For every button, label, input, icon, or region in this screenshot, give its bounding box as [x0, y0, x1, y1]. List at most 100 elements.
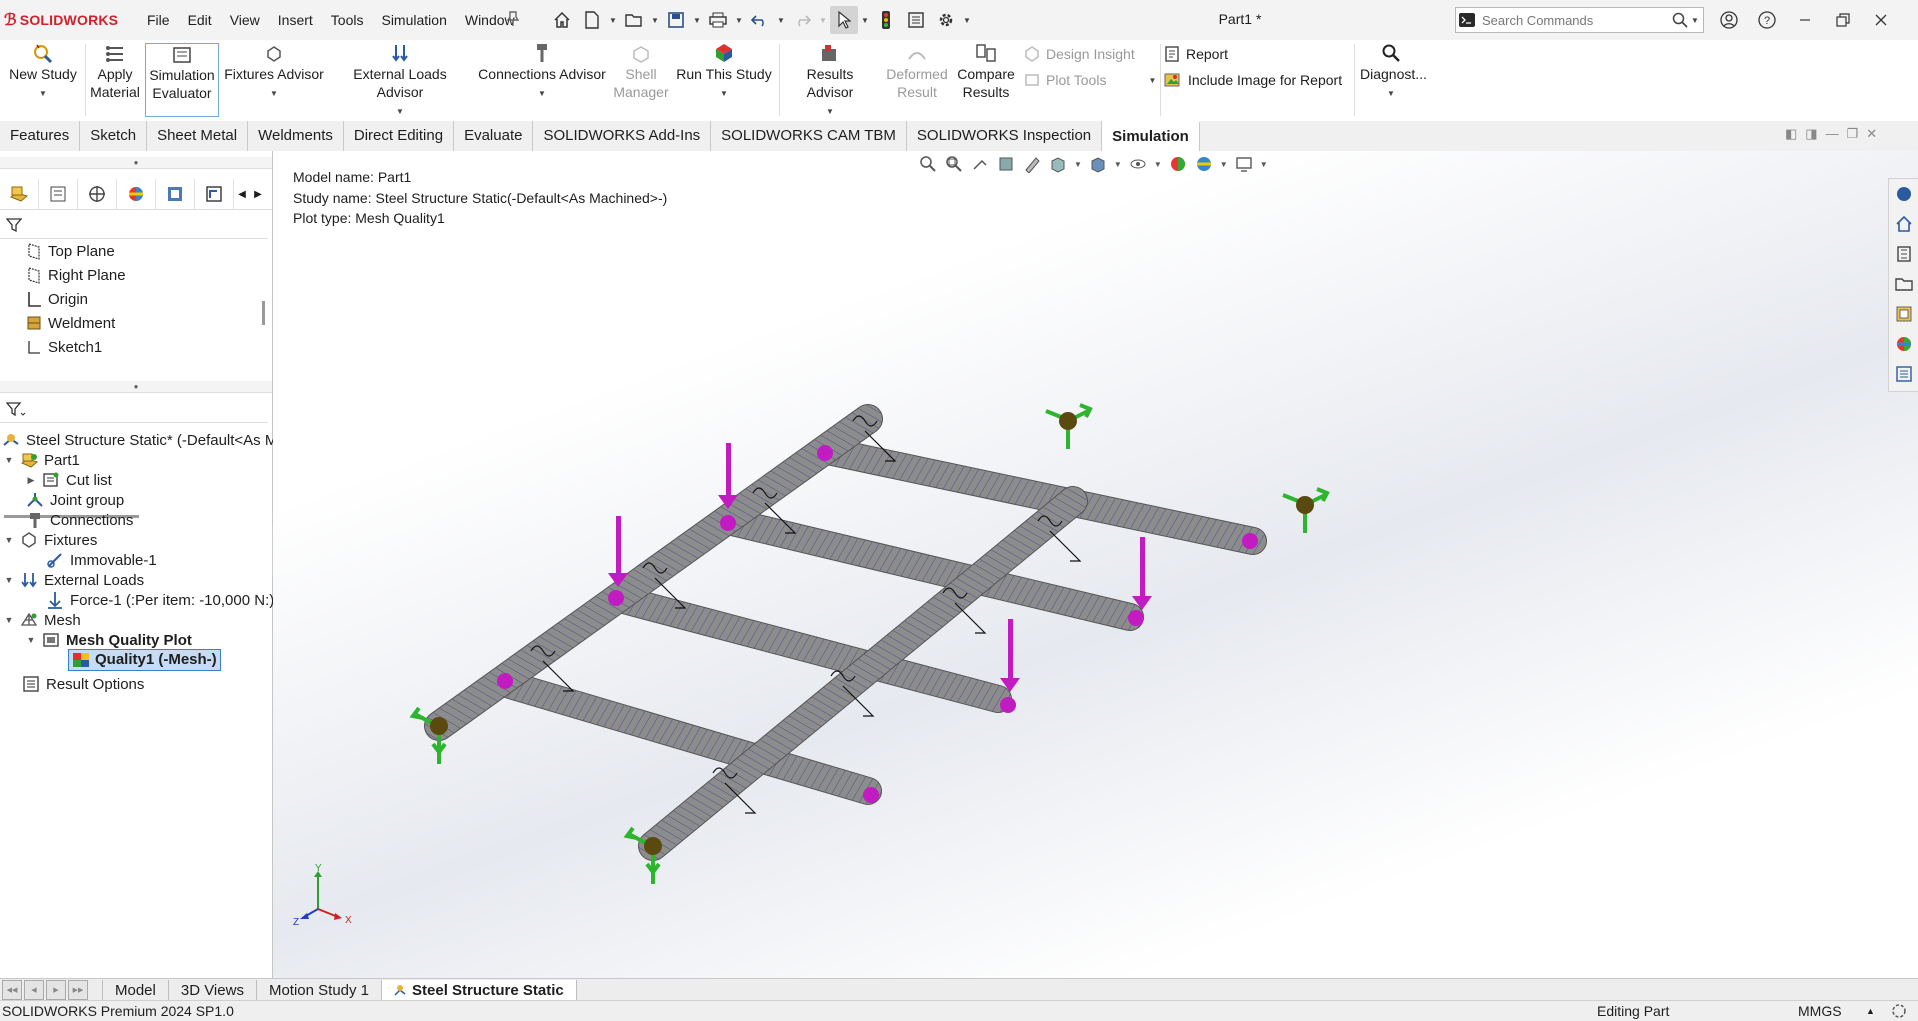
- file-explorer-icon[interactable]: [1891, 269, 1917, 299]
- tree-item-cut-list[interactable]: ▶ Cut list: [26, 469, 112, 491]
- tree-item-sketch1[interactable]: Sketch1: [26, 336, 102, 358]
- home-icon[interactable]: [548, 6, 576, 34]
- menu-file[interactable]: File: [138, 0, 179, 40]
- tab-weldments[interactable]: Weldments: [248, 121, 344, 151]
- pin-menu-icon[interactable]: [506, 11, 520, 27]
- tile-left-icon[interactable]: ◧: [1785, 126, 1797, 142]
- view-settings-icon[interactable]: [1234, 154, 1254, 174]
- collapse-part1-icon[interactable]: ▼: [4, 455, 14, 465]
- doc-close-icon[interactable]: ✕: [1866, 126, 1877, 142]
- tree-item-study[interactable]: Steel Structure Static* (-Default<As M: [2, 429, 277, 451]
- feature-tree-filter[interactable]: [0, 211, 268, 239]
- tree-item-force-1[interactable]: Force-1 (:Per item: -10,000 N:): [46, 589, 274, 611]
- custom-properties-icon[interactable]: [1891, 359, 1917, 389]
- apply-material-button[interactable]: Apply Material: [88, 43, 142, 117]
- display-style-dropdown-icon[interactable]: ▼: [1114, 160, 1122, 169]
- appearances-icon[interactable]: [1891, 329, 1917, 359]
- results-advisor-button[interactable]: Results Advisor ▼: [782, 43, 878, 117]
- tab-direct-editing[interactable]: Direct Editing: [344, 121, 455, 151]
- tab-solidworks-add-ins[interactable]: SOLIDWORKS Add-Ins: [533, 121, 712, 151]
- doc-minimize-icon[interactable]: —: [1826, 126, 1839, 142]
- hide-show-dropdown-icon[interactable]: ▼: [1154, 160, 1162, 169]
- solidworks-resources-icon[interactable]: [1891, 179, 1917, 209]
- units-dropdown-icon[interactable]: ▲: [1866, 1001, 1875, 1021]
- restore-icon[interactable]: [1824, 0, 1862, 40]
- graphics-area[interactable]: Y X Z: [273, 151, 1918, 978]
- panel-splitter-bottom[interactable]: ●: [0, 381, 272, 393]
- simulation-manager-icon[interactable]: [195, 179, 234, 209]
- view-orientation-dropdown-icon[interactable]: ▼: [1074, 160, 1082, 169]
- collapse-mesh-quality-icon[interactable]: ▼: [26, 635, 36, 645]
- doc-restore-icon[interactable]: ❐: [1847, 126, 1859, 142]
- search-icon[interactable]: [1669, 12, 1691, 28]
- diagnostics-button[interactable]: Diagnost... ▼: [1360, 43, 1427, 117]
- tree-item-mesh-quality-plot[interactable]: ▼ Mesh Quality Plot: [26, 629, 192, 651]
- undo-icon[interactable]: [746, 6, 774, 34]
- tree-item-result-options[interactable]: Result Options: [22, 673, 144, 695]
- help-icon[interactable]: ?: [1748, 0, 1786, 40]
- tree-item-external-loads[interactable]: ▼ External Loads: [4, 569, 145, 591]
- property-manager-icon[interactable]: [39, 179, 78, 209]
- tree-item-weldment[interactable]: Weldment: [26, 312, 115, 334]
- display-style-icon[interactable]: [1088, 154, 1108, 174]
- tree-item-part1[interactable]: ▼ Part1: [4, 449, 80, 471]
- collapse-external-loads-icon[interactable]: ▼: [4, 575, 14, 585]
- rebuild-icon[interactable]: [872, 6, 900, 34]
- simulation-evaluator-button[interactable]: Simulation Evaluator: [145, 43, 219, 117]
- menu-tools[interactable]: Tools: [322, 0, 373, 40]
- print-dropdown-icon[interactable]: ▼: [734, 6, 744, 34]
- dynamic-annotation-icon[interactable]: [1022, 154, 1042, 174]
- collapse-mesh-icon[interactable]: ▼: [4, 615, 14, 625]
- home-pane-icon[interactable]: [1891, 209, 1917, 239]
- tab-sketch[interactable]: Sketch: [80, 121, 148, 151]
- tab-3d-views[interactable]: 3D Views: [169, 979, 257, 1001]
- tab-features[interactable]: Features: [0, 121, 81, 151]
- prev-tab-icon[interactable]: ◀: [24, 980, 44, 1000]
- plot-tools-dropdown-icon[interactable]: ▼: [1148, 76, 1156, 85]
- feature-manager-icon[interactable]: [0, 179, 39, 209]
- search-input[interactable]: [1478, 9, 1669, 31]
- external-loads-advisor-button[interactable]: External Loads Advisor ▼: [329, 43, 471, 117]
- rebuild-status-icon[interactable]: [1890, 1003, 1908, 1019]
- menu-insert[interactable]: Insert: [269, 0, 322, 40]
- tab-steel-structure-static[interactable]: Steel Structure Static: [382, 979, 577, 1001]
- tile-right-icon[interactable]: ◨: [1805, 126, 1817, 142]
- edit-appearance-icon[interactable]: [1168, 154, 1188, 174]
- menu-view[interactable]: View: [221, 0, 269, 40]
- select-cursor-icon[interactable]: [830, 6, 858, 34]
- save-dropdown-icon[interactable]: ▼: [692, 6, 702, 34]
- view-orientation-icon[interactable]: [1048, 154, 1068, 174]
- panel-splitter-top[interactable]: ●: [0, 157, 272, 169]
- tree-item-fixtures[interactable]: ▼ Fixtures: [4, 529, 98, 551]
- print-icon[interactable]: [704, 6, 732, 34]
- tree-item-top-plane[interactable]: Top Plane: [26, 240, 115, 262]
- view-settings-dropdown-icon[interactable]: ▼: [1260, 160, 1268, 169]
- apply-scene-icon[interactable]: [1194, 154, 1214, 174]
- open-dropdown-icon[interactable]: ▼: [650, 6, 660, 34]
- new-study-button[interactable]: New Study ▼: [4, 43, 82, 117]
- manager-tabs-right-arrow-icon[interactable]: ▶: [250, 189, 266, 200]
- select-dropdown-icon[interactable]: ▼: [860, 6, 870, 34]
- tree-item-origin[interactable]: Origin: [26, 288, 88, 310]
- feature-tree-scrollbar[interactable]: [262, 301, 265, 325]
- include-image-for-report-button[interactable]: Include Image for Report: [1164, 69, 1342, 91]
- first-tab-icon[interactable]: ◀◀: [2, 980, 22, 1000]
- menu-simulation[interactable]: Simulation: [372, 0, 455, 40]
- tab-model[interactable]: Model: [102, 979, 169, 1001]
- view-palette-icon[interactable]: [1891, 299, 1917, 329]
- tree-item-connections[interactable]: Connections: [26, 509, 133, 531]
- tab-motion-study-1[interactable]: Motion Study 1: [257, 979, 383, 1001]
- tree-item-immovable-1[interactable]: Immovable-1: [46, 549, 157, 571]
- design-library-icon[interactable]: [1891, 239, 1917, 269]
- user-account-icon[interactable]: [1710, 0, 1748, 40]
- previous-view-icon[interactable]: [970, 154, 990, 174]
- tree-item-mesh[interactable]: ▼ Mesh: [4, 609, 81, 631]
- report-button[interactable]: Report: [1164, 43, 1228, 65]
- undo-dropdown-icon[interactable]: ▼: [776, 6, 786, 34]
- options-gear-icon[interactable]: [932, 6, 960, 34]
- new-dropdown-icon[interactable]: ▼: [608, 6, 618, 34]
- apply-scene-dropdown-icon[interactable]: ▼: [1220, 160, 1228, 169]
- tab-solidworks-cam-tbm[interactable]: SOLIDWORKS CAM TBM: [711, 121, 907, 151]
- last-tab-icon[interactable]: ▶▶: [68, 980, 88, 1000]
- solidworks-logo[interactable]: ℬ SOLIDWORKS: [4, 9, 118, 31]
